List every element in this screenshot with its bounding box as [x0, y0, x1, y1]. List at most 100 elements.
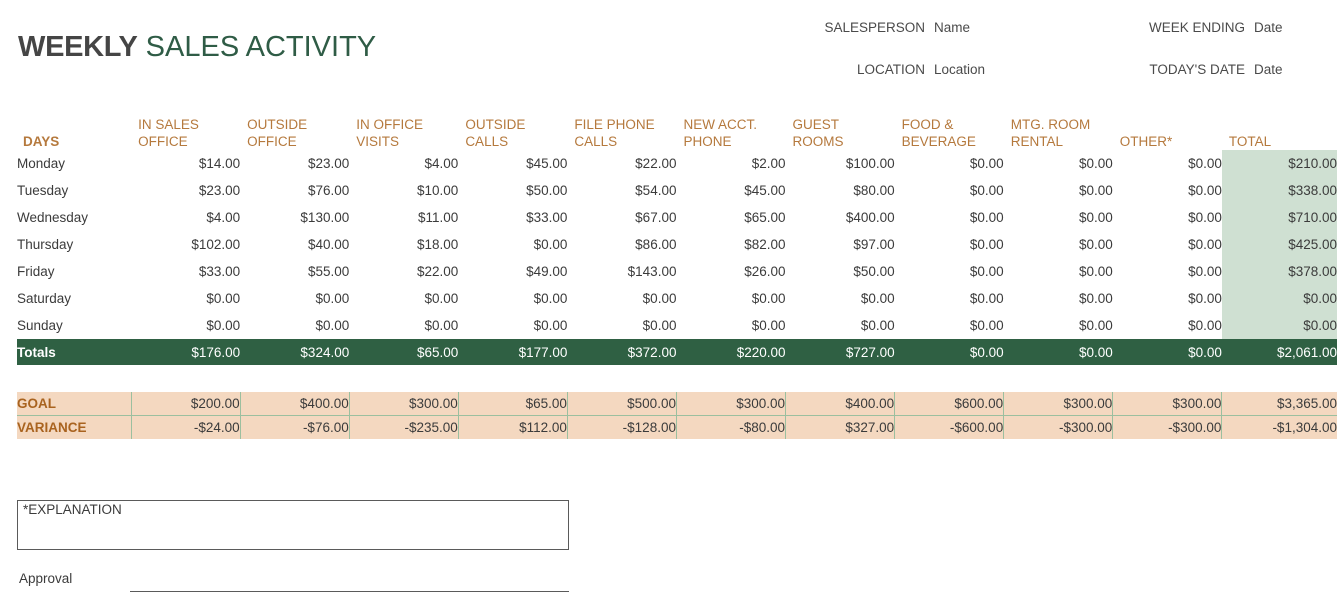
value-cell[interactable]: $76.00	[240, 177, 349, 204]
value-cell[interactable]: -$76.00	[240, 415, 350, 439]
value-cell[interactable]: $400.00	[785, 392, 896, 416]
value-cell[interactable]: $50.00	[786, 258, 894, 285]
value-cell[interactable]: $220.00	[676, 339, 786, 365]
value-cell[interactable]: $500.00	[567, 392, 677, 416]
value-cell[interactable]: $0.00	[786, 285, 895, 312]
value-cell[interactable]: $100.00	[786, 150, 895, 177]
value-cell[interactable]: $0.00	[895, 231, 1004, 258]
value-cell[interactable]: $600.00	[894, 392, 1005, 416]
value-cell[interactable]: $0.00	[1004, 312, 1113, 339]
value-cell[interactable]: $0.00	[1004, 258, 1113, 285]
value-cell[interactable]: $65.00	[349, 339, 459, 365]
value-cell[interactable]: -$300.00	[1003, 415, 1114, 439]
todays-date-value[interactable]: Date	[1245, 62, 1283, 77]
value-cell[interactable]: $112.00	[458, 415, 568, 439]
value-cell[interactable]: $0.00	[676, 312, 786, 339]
value-cell[interactable]: $0.00	[131, 285, 240, 312]
salesperson-value[interactable]: Name	[925, 20, 970, 35]
value-cell[interactable]: -$80.00	[676, 415, 787, 439]
value-cell[interactable]: $0.00	[895, 312, 1004, 339]
location-value[interactable]: Location	[925, 62, 985, 77]
value-cell[interactable]: $45.00	[676, 177, 785, 204]
value-cell[interactable]: $67.00	[567, 204, 676, 231]
value-cell[interactable]: $0.00	[349, 312, 459, 339]
value-cell[interactable]: $300.00	[1003, 392, 1114, 416]
value-cell[interactable]: $33.00	[458, 204, 567, 231]
value-cell[interactable]: $0.00	[1113, 258, 1222, 285]
value-cell[interactable]: $400.00	[240, 392, 350, 416]
value-cell[interactable]: $372.00	[567, 339, 677, 365]
value-cell[interactable]: $0.00	[1113, 312, 1222, 339]
explanation-box[interactable]: *EXPLANATION	[17, 500, 569, 550]
value-cell[interactable]: $0.00	[1112, 339, 1222, 365]
value-cell[interactable]: $45.00	[458, 150, 567, 177]
value-cell[interactable]: $14.00	[131, 150, 240, 177]
value-cell[interactable]: -$128.00	[567, 415, 677, 439]
value-cell[interactable]: $130.00	[240, 204, 349, 231]
value-cell[interactable]: $0.00	[1113, 285, 1222, 312]
value-cell[interactable]: $11.00	[349, 204, 458, 231]
value-cell[interactable]: -$24.00	[131, 415, 241, 439]
value-cell[interactable]: $0.00	[895, 150, 1004, 177]
value-cell[interactable]: $143.00	[567, 258, 677, 285]
value-cell[interactable]: $0.00	[895, 204, 1004, 231]
value-cell[interactable]: $0.00	[458, 231, 568, 258]
value-cell[interactable]: $727.00	[785, 339, 895, 365]
value-cell[interactable]: $400.00	[786, 204, 895, 231]
value-cell[interactable]: $0.00	[240, 312, 349, 339]
value-cell[interactable]: $23.00	[240, 150, 349, 177]
value-cell[interactable]: $86.00	[567, 231, 676, 258]
value-cell[interactable]: $0.00	[240, 285, 349, 312]
approval-signature-line[interactable]	[130, 591, 569, 592]
value-cell[interactable]: $0.00	[458, 285, 568, 312]
value-cell[interactable]: $327.00	[785, 415, 896, 439]
value-cell[interactable]: $300.00	[676, 392, 787, 416]
value-cell[interactable]: $300.00	[1112, 392, 1223, 416]
value-cell[interactable]: $22.00	[349, 258, 458, 285]
value-cell[interactable]: $0.00	[676, 285, 786, 312]
value-cell[interactable]: $0.00	[786, 312, 895, 339]
value-cell[interactable]: $26.00	[676, 258, 785, 285]
value-cell[interactable]: $0.00	[894, 339, 1004, 365]
value-cell[interactable]: $0.00	[1113, 231, 1222, 258]
value-cell[interactable]: $65.00	[458, 392, 568, 416]
value-cell[interactable]: $23.00	[131, 177, 240, 204]
value-cell[interactable]: $300.00	[349, 392, 459, 416]
value-cell[interactable]: $324.00	[240, 339, 350, 365]
value-cell[interactable]: $177.00	[458, 339, 568, 365]
value-cell[interactable]: $0.00	[567, 285, 677, 312]
value-cell[interactable]: $33.00	[131, 258, 240, 285]
value-cell[interactable]: $0.00	[458, 312, 568, 339]
value-cell[interactable]: -$600.00	[894, 415, 1005, 439]
value-cell[interactable]: $0.00	[567, 312, 677, 339]
value-cell[interactable]: $4.00	[349, 150, 459, 177]
value-cell[interactable]: -$235.00	[349, 415, 459, 439]
value-cell[interactable]: $0.00	[1004, 150, 1113, 177]
value-cell[interactable]: $0.00	[349, 285, 459, 312]
week-ending-value[interactable]: Date	[1245, 20, 1283, 35]
value-cell[interactable]: $80.00	[786, 177, 894, 204]
value-cell[interactable]: $0.00	[1004, 231, 1113, 258]
value-cell[interactable]: $0.00	[1004, 177, 1113, 204]
value-cell[interactable]: $0.00	[1004, 204, 1113, 231]
value-cell[interactable]: $22.00	[567, 150, 676, 177]
value-cell[interactable]: $200.00	[131, 392, 241, 416]
value-cell[interactable]: $40.00	[240, 231, 349, 258]
value-cell[interactable]: $49.00	[458, 258, 567, 285]
value-cell[interactable]: $0.00	[1113, 150, 1222, 177]
value-cell[interactable]: $0.00	[1004, 285, 1113, 312]
value-cell[interactable]: $102.00	[131, 231, 240, 258]
value-cell[interactable]: $82.00	[676, 231, 785, 258]
value-cell[interactable]: $65.00	[676, 204, 785, 231]
value-cell[interactable]: $0.00	[895, 258, 1004, 285]
value-cell[interactable]: $0.00	[895, 177, 1004, 204]
value-cell[interactable]: $176.00	[131, 339, 241, 365]
value-cell[interactable]: $10.00	[349, 177, 458, 204]
value-cell[interactable]: $4.00	[131, 204, 240, 231]
value-cell[interactable]: $18.00	[349, 231, 458, 258]
value-cell[interactable]: $0.00	[131, 312, 240, 339]
value-cell[interactable]: $0.00	[1003, 339, 1113, 365]
value-cell[interactable]: $55.00	[240, 258, 349, 285]
value-cell[interactable]: $54.00	[567, 177, 676, 204]
value-cell[interactable]: -$300.00	[1112, 415, 1223, 439]
